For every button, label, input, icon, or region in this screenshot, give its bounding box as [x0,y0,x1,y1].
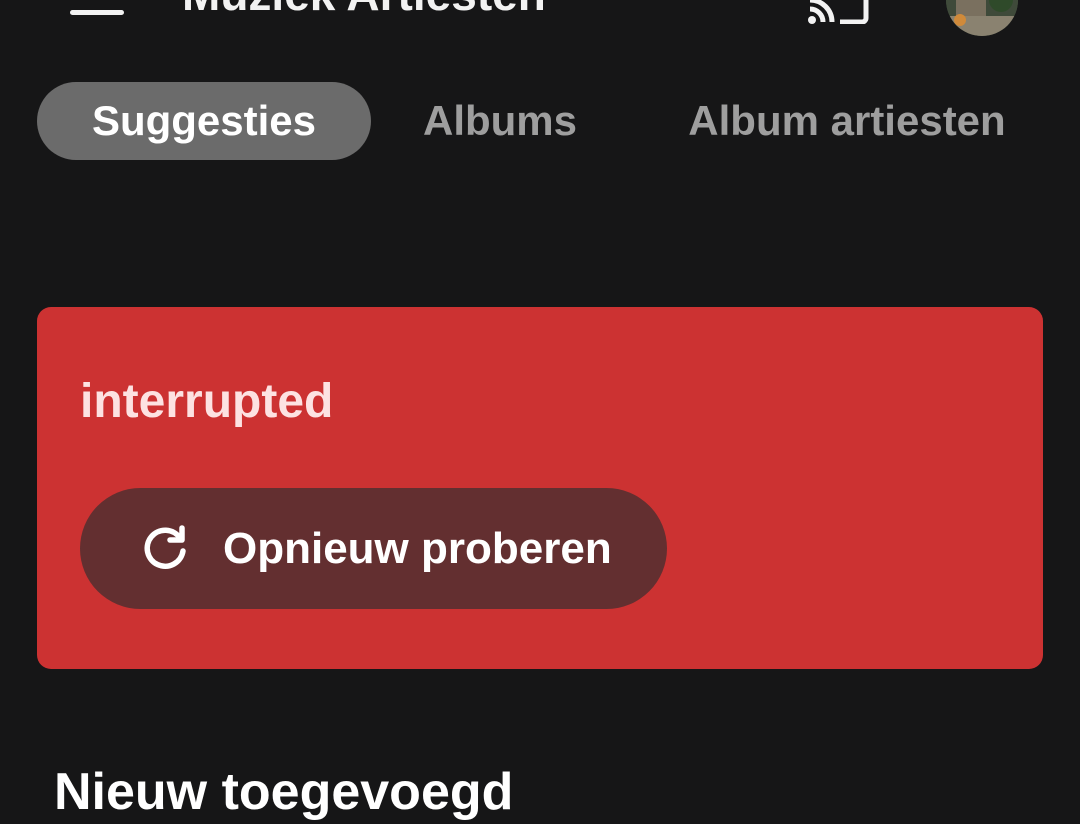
section-heading: Nieuw toegevoegd [54,763,514,821]
top-app-bar: Muziek Artiesten [0,0,1080,40]
error-message: interrupted [80,375,334,428]
user-avatar[interactable] [946,0,1018,36]
cast-icon[interactable] [804,0,870,25]
hamburger-menu-icon[interactable] [70,0,124,16]
retry-button[interactable]: Opnieuw proberen [80,488,667,609]
tab-albums[interactable]: Albums [407,82,593,160]
tab-album-artiesten[interactable]: Album artiesten [667,82,1027,160]
refresh-icon [140,524,190,574]
retry-button-label: Opnieuw proberen [223,524,612,573]
error-card: interrupted Opnieuw proberen [37,307,1043,669]
tab-bar: Suggesties Albums Album artiesten [37,82,1057,160]
tab-suggesties[interactable]: Suggesties [37,82,371,160]
page-title: Muziek Artiesten [182,0,546,22]
